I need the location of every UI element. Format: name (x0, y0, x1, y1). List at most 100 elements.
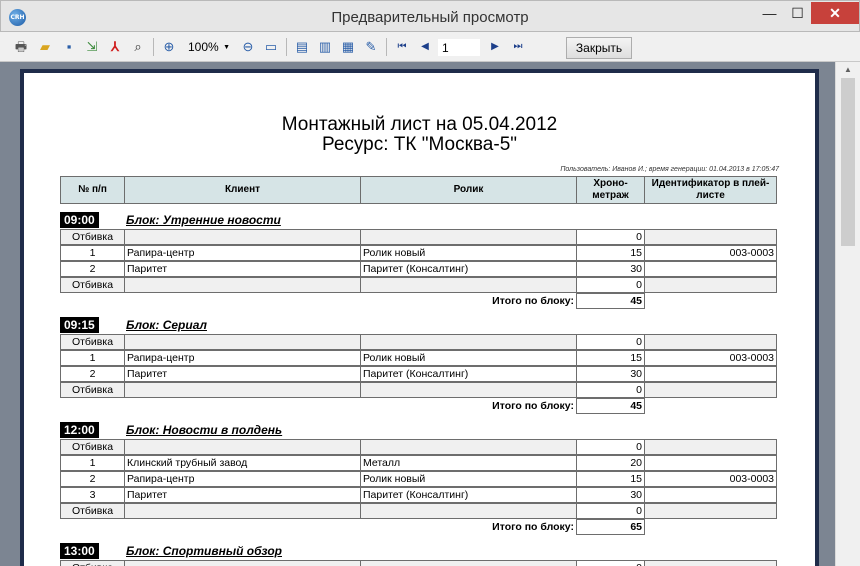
two-page-icon[interactable]: ▥ (317, 39, 333, 55)
minimize-button[interactable]: — (755, 2, 784, 24)
table-cell-duration: 0 (576, 334, 645, 350)
table-cell-num: Отбивка (60, 382, 125, 398)
table-cell-num: Отбивка (60, 503, 125, 519)
table-cell-num: 1 (60, 350, 125, 366)
table-cell-id (644, 455, 777, 471)
scroll-thumb[interactable] (841, 78, 855, 246)
table-cell-duration: 20 (576, 455, 645, 471)
window-title: Предварительный просмотр (331, 9, 529, 26)
table-cell-id (644, 261, 777, 277)
table-cell-client (124, 229, 361, 245)
header-num: № п/п (60, 176, 125, 204)
table-cell-id (644, 277, 777, 293)
last-page-icon[interactable]: ⏭ (510, 39, 526, 55)
block-total-label: Итого по блоку: (492, 295, 574, 307)
table-cell-id (644, 439, 777, 455)
table-cell-client: Паритет (124, 366, 361, 382)
zoom-in-icon[interactable]: ⊕ (161, 39, 177, 55)
toolbar-separator (153, 38, 154, 56)
vertical-scrollbar[interactable]: ▲ (835, 62, 860, 566)
table-cell-id: 003-0003 (644, 245, 777, 261)
block-total-label: Итого по блоку: (492, 521, 574, 533)
table-cell-client: Клинский трубный завод (124, 455, 361, 471)
table-cell-num: Отбивка (60, 229, 125, 245)
close-preview-button[interactable]: Закрыть (566, 37, 632, 59)
pdf-icon[interactable]: ⅄ (107, 39, 123, 55)
toolbar: 🖶 ▰ ▪ ⇲ ⅄ ⌕ ⊕ 100% ▼ ⊖ ▭ ▤ ▥ ▦ ✎ ⏮ ◀ ▶ ⏭… (0, 32, 860, 62)
table-cell-client (124, 503, 361, 519)
report-meta: Пользователь: Иванов И.; время генерации… (560, 166, 779, 173)
scroll-up-icon[interactable]: ▲ (836, 62, 860, 78)
toolbar-separator (386, 38, 387, 56)
table-cell-num: Отбивка (60, 560, 125, 566)
first-page-icon[interactable]: ⏮ (394, 39, 410, 55)
report-page: Монтажный лист на 05.04.2012 Ресурс: ТК … (24, 73, 815, 566)
header-client: Клиент (124, 176, 361, 204)
toolbar-separator (286, 38, 287, 56)
chevron-down-icon[interactable]: ▼ (223, 39, 230, 56)
table-cell-duration: 30 (576, 487, 645, 503)
table-cell-duration: 15 (576, 350, 645, 366)
block-time: 09:00 (60, 212, 99, 228)
maximize-button[interactable]: ☐ (783, 2, 812, 24)
table-cell-client: Паритет (124, 487, 361, 503)
table-cell-num: 2 (60, 261, 125, 277)
table-cell-duration: 0 (576, 560, 645, 566)
zoom-select[interactable]: 100% ▼ (186, 39, 232, 56)
table-cell-clip: Ролик новый (360, 350, 577, 366)
fit-page-icon[interactable]: ▭ (263, 39, 279, 55)
table-cell-client: Паритет (124, 261, 361, 277)
block-title: Блок: Утренние новости (126, 213, 281, 227)
table-cell-client (124, 382, 361, 398)
print-icon[interactable]: 🖶 (13, 39, 29, 55)
multi-page-icon[interactable]: ▦ (340, 39, 356, 55)
report-title: Монтажный лист на 05.04.2012 (281, 114, 558, 135)
single-page-icon[interactable]: ▤ (294, 39, 310, 55)
prev-page-icon[interactable]: ◀ (417, 39, 433, 55)
table-cell-duration: 30 (576, 261, 645, 277)
preview-area: Монтажный лист на 05.04.2012 Ресурс: ТК … (0, 62, 860, 566)
block-time: 09:15 (60, 317, 99, 333)
table-cell-num: 2 (60, 471, 125, 487)
open-icon[interactable]: ▰ (37, 39, 53, 55)
table-cell-duration: 0 (576, 229, 645, 245)
save-icon[interactable]: ▪ (61, 39, 77, 55)
table-cell-clip: Паритет (Консалтинг) (360, 366, 577, 382)
export-icon[interactable]: ⇲ (84, 39, 100, 55)
zoom-out-icon[interactable]: ⊖ (240, 39, 256, 55)
table-cell-duration: 0 (576, 382, 645, 398)
block-total-value: 45 (576, 398, 645, 414)
page-number-input[interactable] (438, 39, 480, 56)
table-cell-clip (360, 382, 577, 398)
table-cell-clip (360, 334, 577, 350)
table-cell-id (644, 382, 777, 398)
header-duration: Хроно-метраж (576, 176, 645, 204)
table-cell-duration: 15 (576, 245, 645, 261)
table-cell-id (644, 560, 777, 566)
table-cell-id: 003-0003 (644, 350, 777, 366)
table-cell-id (644, 366, 777, 382)
close-window-button[interactable]: ✕ (811, 2, 859, 24)
table-cell-num: 3 (60, 487, 125, 503)
table-cell-client: Рапира-центр (124, 471, 361, 487)
table-cell-client (124, 439, 361, 455)
table-cell-duration: 15 (576, 471, 645, 487)
edit-icon[interactable]: ✎ (363, 39, 379, 55)
block-title: Блок: Новости в полдень (126, 423, 283, 437)
block-total-value: 65 (576, 519, 645, 535)
next-page-icon[interactable]: ▶ (487, 39, 503, 55)
block-total-label: Итого по блоку: (492, 400, 574, 412)
table-cell-duration: 30 (576, 366, 645, 382)
table-cell-clip (360, 503, 577, 519)
table-cell-client: Рапира-центр (124, 350, 361, 366)
table-cell-clip (360, 439, 577, 455)
table-cell-num: Отбивка (60, 334, 125, 350)
table-cell-client (124, 334, 361, 350)
find-icon[interactable]: ⌕ (130, 39, 146, 55)
table-cell-id (644, 229, 777, 245)
table-cell-clip (360, 229, 577, 245)
table-cell-id (644, 487, 777, 503)
table-cell-num: Отбивка (60, 277, 125, 293)
header-playlist-id: Идентификатор в плей-листе (644, 176, 777, 204)
table-cell-clip: Паритет (Консалтинг) (360, 261, 577, 277)
